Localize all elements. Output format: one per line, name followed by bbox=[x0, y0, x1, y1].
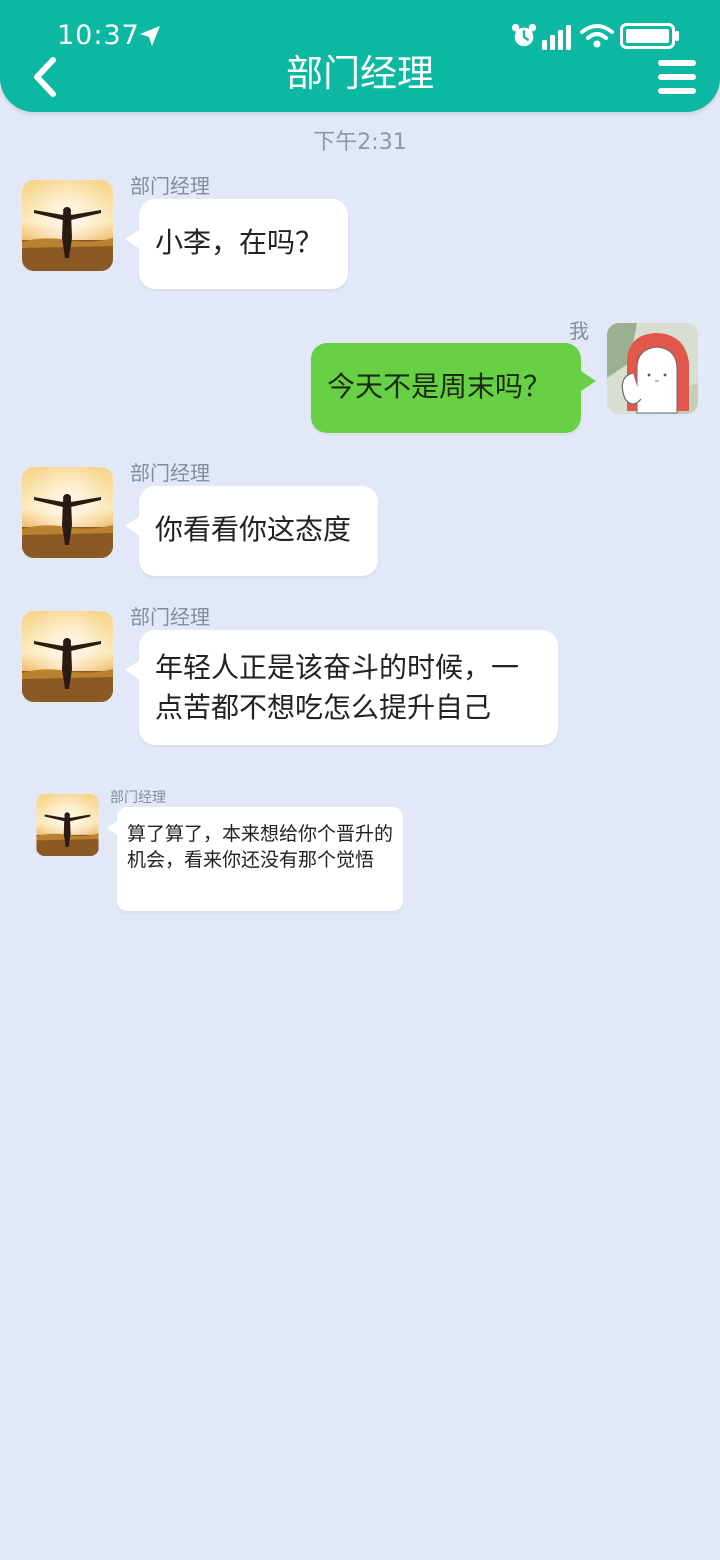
wifi-icon bbox=[580, 24, 614, 48]
message-bubble[interactable]: 小李，在吗？ bbox=[125, 199, 348, 289]
location-arrow-icon bbox=[140, 26, 160, 46]
chat-title: 部门经理 bbox=[286, 52, 434, 95]
manager-avatar[interactable] bbox=[22, 611, 113, 702]
sender-name: 我 bbox=[569, 319, 589, 343]
top-bar: 10:37 部门经理 bbox=[0, 0, 720, 112]
message-bubble[interactable]: 你看看你这态度 bbox=[125, 486, 378, 576]
status-icons bbox=[510, 22, 680, 52]
my-avatar[interactable] bbox=[607, 323, 698, 414]
message-bubble[interactable]: 算了算了，本来想给你个晋升的机会，看来你还没有那个觉悟 bbox=[107, 807, 403, 911]
chat-screen: 10:37 部门经理 下午2:31 部门经理 小李，在吗？ 我 今天不是周末吗？… bbox=[0, 0, 720, 1560]
message-bubble[interactable]: 今天不是周末吗？ bbox=[311, 343, 596, 433]
battery-icon bbox=[620, 23, 679, 49]
manager-avatar[interactable] bbox=[22, 180, 113, 271]
alarm-clock-icon bbox=[511, 23, 537, 47]
signal-icon bbox=[542, 25, 571, 50]
sender-name: 部门经理 bbox=[130, 174, 210, 198]
hamburger-menu-icon[interactable] bbox=[658, 58, 698, 96]
sender-name: 部门经理 bbox=[110, 790, 166, 806]
manager-avatar[interactable] bbox=[22, 467, 113, 558]
manager-avatar[interactable] bbox=[36, 794, 99, 856]
sender-name: 部门经理 bbox=[130, 605, 210, 629]
message-timestamp: 下午2:31 bbox=[313, 130, 407, 155]
status-time: 10:37 bbox=[57, 20, 140, 51]
sender-name: 部门经理 bbox=[130, 461, 210, 485]
message-bubble[interactable]: 年轻人正是该奋斗的时候，一点苦都不想吃怎么提升自己 bbox=[125, 630, 558, 745]
